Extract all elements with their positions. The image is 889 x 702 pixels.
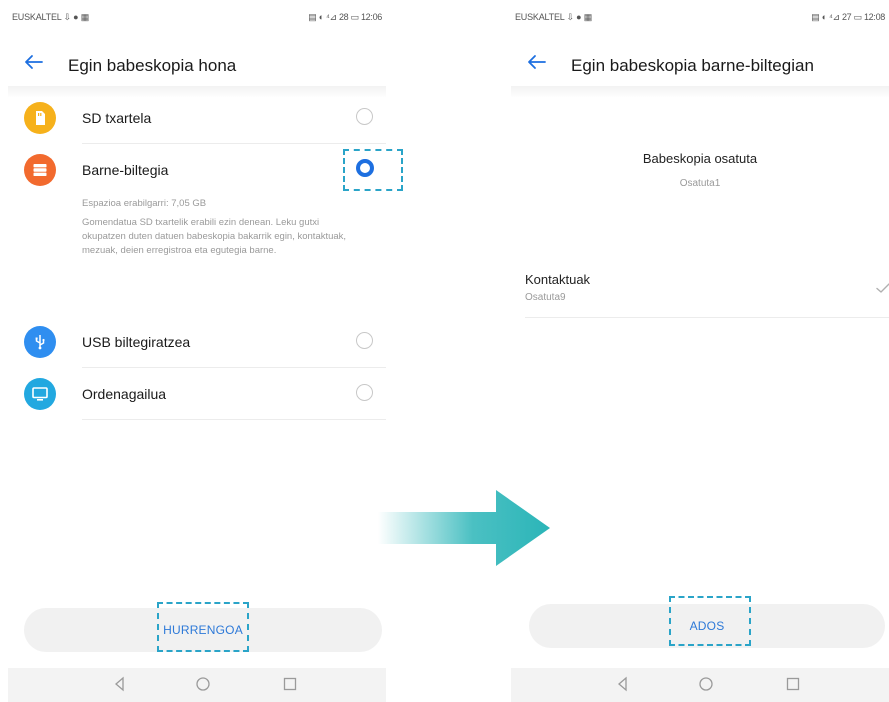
option-internal-storage[interactable]: Barne-biltegia bbox=[8, 148, 386, 196]
back-nav-icon[interactable] bbox=[108, 672, 132, 696]
option-label: Ordenagailua bbox=[82, 386, 167, 402]
carrier-label: EUSKALTEL ⇩ ● ▦ bbox=[12, 12, 90, 22]
sd-card-icon bbox=[24, 102, 56, 134]
usb-icon bbox=[24, 326, 56, 358]
divider bbox=[82, 143, 386, 144]
home-nav-icon[interactable] bbox=[191, 672, 215, 696]
backup-item-title: Kontaktuak bbox=[525, 272, 591, 287]
option-computer[interactable]: Ordenagailua bbox=[8, 372, 386, 420]
divider bbox=[82, 419, 386, 420]
status-icons: ▤ ◐ ⁴⊿ 28 ▭ 12:06 bbox=[308, 12, 382, 22]
app-header: Egin babeskopia hona bbox=[8, 40, 386, 88]
status-bar: EUSKALTEL ⇩ ● ▦ ▤ ◐ ⁴⊿ 28 ▭ 12:06 bbox=[8, 0, 386, 30]
app-header: Egin babeskopia barne-biltegian bbox=[511, 40, 889, 88]
backup-item-contacts: Kontaktuak Osatuta9 bbox=[525, 262, 889, 318]
option-label: Barne-biltegia bbox=[82, 162, 169, 178]
carrier-label: EUSKALTEL ⇩ ● ▦ bbox=[515, 12, 593, 22]
description-text: Gomendatua SD txartelik erabili ezin den… bbox=[82, 217, 347, 256]
radio-sd-card[interactable] bbox=[356, 108, 373, 125]
header-divider bbox=[511, 86, 889, 98]
status-icons: ▤ ◐ ⁴⊿ 27 ▭ 12:08 bbox=[811, 12, 885, 22]
radio-usb-storage[interactable] bbox=[356, 332, 373, 349]
status-bar: EUSKALTEL ⇩ ● ▦ ▤ ◐ ⁴⊿ 27 ▭ 12:08 bbox=[511, 0, 889, 30]
back-arrow-icon[interactable] bbox=[523, 48, 551, 76]
page-title: Egin babeskopia hona bbox=[68, 56, 237, 75]
highlight-selected-radio bbox=[343, 149, 403, 191]
recents-nav-icon[interactable] bbox=[278, 672, 302, 696]
flow-arrow-icon bbox=[378, 490, 550, 566]
option-label: SD txartela bbox=[82, 110, 152, 126]
back-nav-icon[interactable] bbox=[611, 672, 635, 696]
divider bbox=[525, 317, 889, 318]
option-sd-card[interactable]: SD txartela bbox=[8, 96, 386, 144]
option-description: Espazioa erabilgarri: 7,05 GB Gomendatua… bbox=[82, 197, 354, 258]
available-space-text: Espazioa erabilgarri: 7,05 GB bbox=[82, 198, 207, 209]
home-nav-icon[interactable] bbox=[694, 672, 718, 696]
recents-nav-icon[interactable] bbox=[781, 672, 805, 696]
storage-icon bbox=[24, 154, 56, 186]
navigation-bar bbox=[8, 668, 386, 702]
backup-status-subtitle: Osatuta1 bbox=[679, 178, 721, 189]
backup-item-status: Osatuta9 bbox=[525, 292, 566, 303]
navigation-bar bbox=[511, 668, 889, 702]
checkmark-icon bbox=[873, 278, 889, 298]
radio-computer[interactable] bbox=[356, 384, 373, 401]
option-label: USB biltegiratzea bbox=[82, 334, 191, 350]
computer-icon bbox=[24, 378, 56, 410]
divider bbox=[82, 367, 386, 368]
page-title: Egin babeskopia barne-biltegian bbox=[571, 56, 814, 75]
left-phone-screen: EUSKALTEL ⇩ ● ▦ ▤ ◐ ⁴⊿ 28 ▭ 12:06 Egin b… bbox=[8, 0, 386, 702]
highlight-next-button bbox=[157, 602, 249, 652]
back-arrow-icon[interactable] bbox=[20, 48, 48, 76]
option-usb-storage[interactable]: USB biltegiratzea bbox=[8, 320, 386, 368]
backup-status-title: Babeskopia osatuta bbox=[642, 151, 758, 166]
highlight-ok-button bbox=[669, 596, 751, 646]
